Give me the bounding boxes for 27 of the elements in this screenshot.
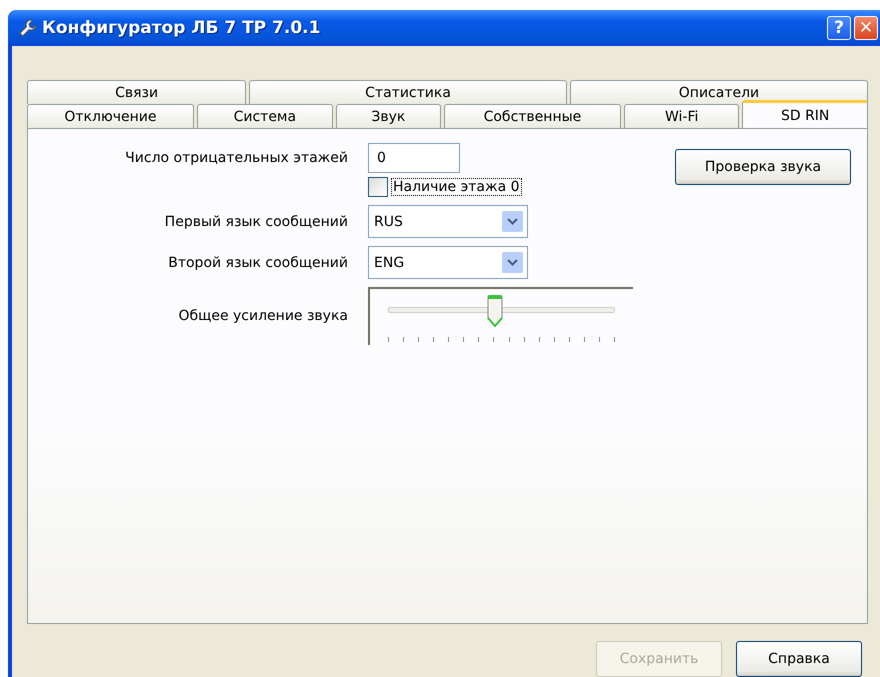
chevron-down-icon (502, 211, 523, 232)
field-label: Общее усиление звука (178, 308, 348, 324)
dialog-button[interactable]: Справка (736, 641, 862, 677)
tab[interactable]: SD RIN (742, 100, 868, 128)
chevron-down-icon (502, 252, 523, 273)
slider[interactable] (368, 287, 633, 345)
dropdown[interactable]: RUS (368, 205, 528, 238)
tab[interactable]: Звук (336, 104, 441, 128)
sound-test-button[interactable]: Проверка звука (675, 149, 851, 185)
tab[interactable]: Статистика (249, 80, 567, 104)
field-label: Второй язык сообщений (167, 254, 348, 270)
dropdown[interactable]: ENG (368, 246, 528, 279)
wrench-icon (18, 18, 38, 38)
help-button[interactable]: ? (827, 16, 851, 40)
checkbox[interactable] (368, 177, 388, 197)
input-field[interactable]: 0 (368, 143, 460, 173)
slider-thumb[interactable] (486, 294, 504, 328)
tab[interactable]: Отключение (27, 104, 194, 128)
tab[interactable]: Связи (27, 80, 246, 104)
tab[interactable]: Wi-Fi (624, 104, 740, 128)
window-title: Конфигуратор ЛБ 7 ТР 7.0.1 (42, 18, 322, 38)
tab[interactable]: Описатели (570, 80, 868, 104)
tab[interactable]: Собственные (444, 104, 622, 128)
tab[interactable]: Система (196, 104, 333, 128)
field-label: Первый язык сообщений (164, 214, 348, 230)
checkbox-label: Наличие этажа 0 (391, 178, 522, 196)
field-label: Число отрицательных этажей (124, 150, 348, 166)
